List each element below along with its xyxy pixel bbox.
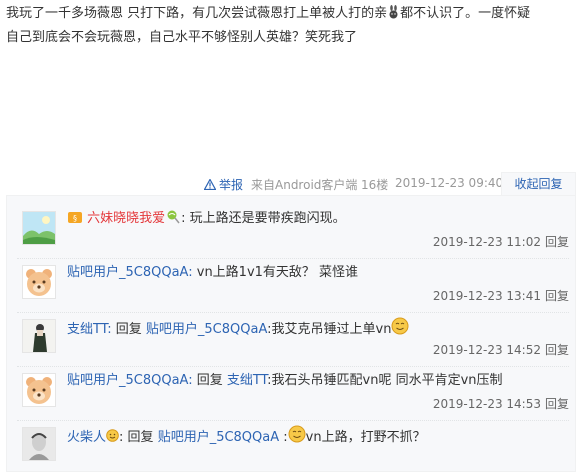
reply-word: 回复 xyxy=(127,430,154,445)
landscape-avatar[interactable] xyxy=(22,211,56,245)
bear-avatar[interactable] xyxy=(22,265,56,299)
rabbit-emoji-icon xyxy=(389,5,398,19)
person-avatar-icon xyxy=(23,320,55,352)
smiley-emoji-icon xyxy=(106,429,119,442)
reply-username[interactable]: 贴吧用户_5C8QQaA: xyxy=(67,373,193,388)
reply-line: § 六妹晓晓我爱: 玩上路还是要带疾跑闪现。 xyxy=(67,209,567,229)
reply-line: 支绌TT: 回复 贴吧用户_5C8QQaA:我艾克吊锤过上单vn xyxy=(67,317,567,340)
warning-icon xyxy=(204,179,216,190)
reply-content: 玩上路还是要带疾跑闪现。 xyxy=(189,211,346,226)
post-time: 2019-12-23 09:40 xyxy=(395,176,504,190)
bear-avatar[interactable] xyxy=(22,373,56,407)
reply-username[interactable]: 火柴人 xyxy=(67,430,106,445)
reply-item: 贴吧用户_5C8QQaA: 回复 支绌TT:我石头吊锤匹配vn呢 同水平肯定vn… xyxy=(17,366,569,421)
reply-item: 支绌TT: 回复 贴吧用户_5C8QQaA:我艾克吊锤过上单vn 2019-12… xyxy=(17,312,569,367)
reply-line: 贴吧用户_5C8QQaA: 回复 支绌TT:我石头吊锤匹配vn呢 同水平肯定vn… xyxy=(67,371,567,391)
reply-target-user[interactable]: 贴吧用户_5C8QQaA xyxy=(158,430,279,445)
reply-time: 2019-12-23 14:52 xyxy=(432,343,541,357)
reply-meta: 2019-12-23 14:52 回复 xyxy=(433,341,569,358)
reply-content: vn上路，打野不抓？ xyxy=(305,430,426,445)
post-content: 我玩了一千多场薇恩 只打下路，有几次尝试薇恩打上单被人打的亲 都不认识了。一度怀疑… xyxy=(6,2,572,50)
reply-content: :我艾克吊锤过上单vn xyxy=(267,322,392,337)
reply-word: 回复 xyxy=(115,322,142,337)
reply-line: 火柴人: 回复 贴吧用户_5C8QQaA : vn上路，打野不抓？ xyxy=(67,425,567,448)
bear-avatar-icon xyxy=(23,266,55,298)
report-link[interactable]: 举报 xyxy=(204,176,243,193)
reply-username[interactable]: 六妹晓晓我爱 xyxy=(87,211,165,226)
reply-item: 贴吧用户_5C8QQaA: vn上路1v1有天敌？ 菜怪谁 2019-12-23… xyxy=(17,258,569,313)
report-label: 举报 xyxy=(219,178,244,192)
floor-number: 16楼 xyxy=(361,178,389,192)
reply-content: :我石头吊锤匹配vn呢 同水平肯定vn压制 xyxy=(267,373,503,388)
post-line-2: 自己到底会不会玩薇恩，自己水平不够怪别人英雄？笑死我了 xyxy=(6,30,358,45)
smiley-emoji-icon xyxy=(288,425,306,443)
reply-panel: § 六妹晓晓我爱: 玩上路还是要带疾跑闪现。 2019-12-23 11:02 回… xyxy=(6,195,576,472)
reply-time: 2019-12-23 11:02 xyxy=(432,235,541,249)
reply-time: 2019-12-23 13:41 xyxy=(432,289,541,303)
reply-button[interactable]: 回复 xyxy=(545,397,569,411)
post-text-part: 都不认识了。一度怀疑 xyxy=(400,6,531,21)
svg-text:§: § xyxy=(73,214,77,223)
reply-word: 回复 xyxy=(196,373,223,388)
reply-username[interactable]: 支绌TT: xyxy=(67,322,112,337)
reply-content: vn上路1v1有天敌？ 菜怪谁 xyxy=(196,265,359,280)
lollipop-icon xyxy=(167,210,180,224)
reply-button[interactable]: 回复 xyxy=(545,235,569,249)
reply-target-user[interactable]: 支绌TT xyxy=(227,373,267,388)
post-meta-bar: 举报 来自Android客户端 16楼 2019-12-23 09:40 收起回… xyxy=(0,172,580,196)
reply-item: 火柴人: 回复 贴吧用户_5C8QQaA : vn上路，打野不抓？ xyxy=(17,420,569,474)
client-source: 来自Android客户端 xyxy=(251,178,358,192)
reply-target-user[interactable]: 贴吧用户_5C8QQaA xyxy=(146,322,267,337)
reply-line: 贴吧用户_5C8QQaA: vn上路1v1有天敌？ 菜怪谁 xyxy=(67,263,567,283)
reply-meta: 2019-12-23 11:02 回复 xyxy=(433,233,569,250)
sketch-avatar[interactable] xyxy=(22,427,56,461)
reply-button[interactable]: 回复 xyxy=(545,343,569,357)
reply-item: § 六妹晓晓我爱: 玩上路还是要带疾跑闪现。 2019-12-23 11:02 回… xyxy=(17,204,569,259)
reply-username[interactable]: 贴吧用户_5C8QQaA: xyxy=(67,265,193,280)
smiley-emoji-icon xyxy=(391,317,409,335)
collapse-replies-button[interactable]: 收起回复 xyxy=(501,172,576,196)
post-text-part: 我玩了一千多场薇恩 只打下路，有几次尝试薇恩打上单被人打的亲 xyxy=(6,6,388,21)
reply-meta: 2019-12-23 13:41 回复 xyxy=(433,287,569,304)
person-avatar[interactable] xyxy=(22,319,56,353)
sketch-avatar-icon xyxy=(23,428,55,460)
reply-meta: 2019-12-23 14:53 回复 xyxy=(433,395,569,412)
vip-badge-icon: § xyxy=(68,212,82,223)
bear-avatar-icon xyxy=(23,374,55,406)
post-line-1: 我玩了一千多场薇恩 只打下路，有几次尝试薇恩打上单被人打的亲 都不认识了。一度怀疑 xyxy=(6,2,572,26)
landscape-avatar-icon xyxy=(23,212,55,244)
reply-time: 2019-12-23 14:53 xyxy=(432,397,541,411)
reply-button[interactable]: 回复 xyxy=(545,289,569,303)
